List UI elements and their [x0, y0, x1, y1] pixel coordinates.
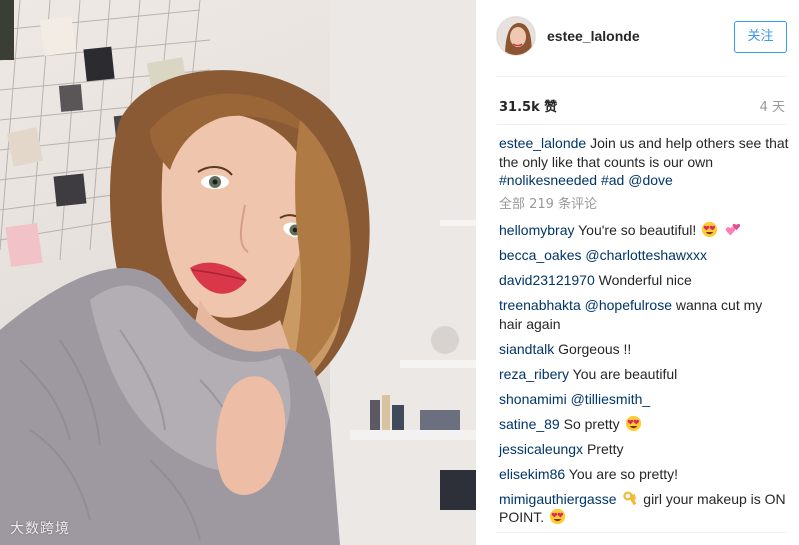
comment-username[interactable]: mimigauthiergasse	[499, 491, 617, 507]
comment-list: estee_lalonde Join us and help others se…	[499, 134, 789, 533]
comment-item: shonamimi @tilliesmith_	[499, 390, 789, 409]
heart-eyes-emoji	[702, 221, 718, 238]
avatar[interactable]	[496, 16, 536, 56]
comment-item: satine_89 So pretty	[499, 415, 789, 434]
comment-mention[interactable]: @tilliesmith_	[571, 391, 651, 407]
like-count[interactable]: 31.5k 赞	[499, 96, 557, 115]
comment-text: You are beautiful	[572, 365, 678, 382]
pink-hearts-emoji	[725, 223, 741, 236]
comment-item: siandtalk Gorgeous !!	[499, 340, 789, 359]
hashtag-nolikesneeded[interactable]: #nolikesneeded	[499, 172, 597, 188]
comment-username[interactable]: satine_89	[499, 416, 560, 432]
comment-mention[interactable]: @charlotteshawxxx	[585, 247, 707, 263]
meta-divider	[496, 124, 786, 125]
comment-text: You're so beautiful!	[578, 222, 697, 238]
view-all-comments-link[interactable]: 全部 219 条评论	[499, 196, 789, 215]
post-photo[interactable]: 大数跨境	[0, 0, 476, 545]
comment-text: Wonderful nice	[598, 272, 692, 288]
caption-username[interactable]: estee_lalonde	[499, 135, 586, 151]
comment-item: treenabhakta @hopefulrose wanna cut my h…	[499, 296, 789, 333]
comment-item: david23121970 Wonderful nice	[499, 271, 789, 290]
comment-username[interactable]: siandtalk	[499, 341, 554, 357]
comment-text: You are so pretty!	[568, 465, 678, 482]
comment-item: mimigauthiergasse girl your makeup is ON…	[499, 490, 789, 527]
comment-text: Gorgeous !!	[558, 340, 632, 357]
hashtag-ad[interactable]: #ad	[601, 172, 624, 188]
heart-eyes-emoji	[549, 508, 566, 525]
comment-username[interactable]: treenabhakta	[499, 297, 581, 313]
comment-text: Pretty	[586, 440, 624, 457]
post-header: estee_lalonde 关注	[476, 0, 799, 76]
avatar-image	[497, 17, 535, 55]
post-sidebar: estee_lalonde 关注 31.5k 赞 4 天 estee_lalon…	[476, 0, 799, 545]
comment-username[interactable]: david23121970	[499, 272, 595, 288]
comment-text: So pretty	[563, 415, 620, 432]
post-author-username[interactable]: estee_lalonde	[547, 28, 640, 44]
ok-hand-emoji	[623, 490, 637, 505]
comment-item: elisekim86 You are so pretty!	[499, 465, 789, 484]
comment-username[interactable]: elisekim86	[499, 466, 565, 482]
header-divider	[496, 76, 786, 77]
comment-username[interactable]: shonamimi	[499, 391, 567, 407]
comment-mention[interactable]: @hopefulrose	[585, 297, 672, 313]
comment-username[interactable]: hellomybray	[499, 222, 574, 238]
mention-dove[interactable]: @dove	[628, 172, 673, 188]
comment-username[interactable]: reza_ribery	[499, 366, 569, 382]
post-timestamp[interactable]: 4 天	[760, 96, 785, 115]
comment-username[interactable]: becca_oakes	[499, 247, 582, 263]
comment-item: reza_ribery You are beautiful	[499, 365, 789, 384]
watermark: 大数跨境	[10, 521, 70, 537]
comment-item: jessicaleungx Pretty	[499, 440, 789, 459]
footer-divider	[496, 532, 786, 533]
comment-username[interactable]: jessicaleungx	[499, 441, 583, 457]
photo-illustration	[0, 0, 476, 545]
comment-item: hellomybray You're so beautiful!	[499, 221, 789, 240]
comment-item: becca_oakes @charlotteshawxxx	[499, 246, 789, 265]
post-caption: estee_lalonde Join us and help others se…	[499, 134, 789, 190]
follow-button[interactable]: 关注	[734, 21, 787, 53]
heart-eyes-emoji	[625, 415, 641, 431]
